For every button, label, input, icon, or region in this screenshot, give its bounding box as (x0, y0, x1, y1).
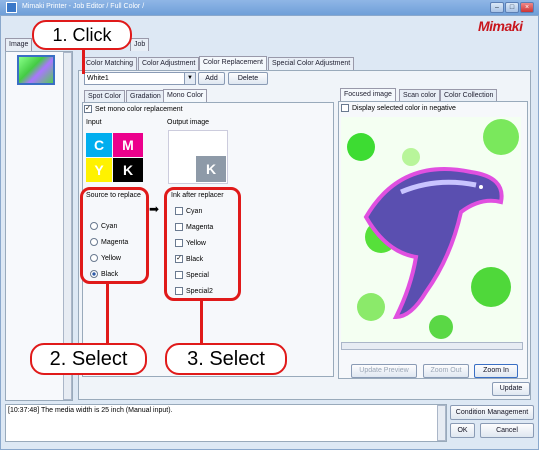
zoom-in-button[interactable]: Zoom In (474, 364, 518, 378)
tab-focused-image[interactable]: Focused image (340, 88, 396, 101)
cancel-button[interactable]: Cancel (480, 423, 534, 438)
arrow-right-icon: ➡ (149, 202, 160, 216)
app-icon (6, 2, 17, 13)
ok-button[interactable]: OK (450, 423, 475, 438)
delete-button[interactable]: Delete (228, 72, 268, 85)
black-swatch: K (113, 158, 143, 182)
tab-job[interactable]: Job (130, 38, 150, 51)
callout-3-line (200, 301, 203, 344)
zoom-out-button[interactable]: Zoom Out (423, 364, 469, 378)
callout-step1: 1. Click (32, 20, 132, 50)
update-button[interactable]: Update (492, 382, 530, 396)
condition-management-button[interactable]: Condition Management (450, 405, 534, 420)
log-text: [10:37:48] The media width is 25 inch (M… (8, 407, 173, 414)
minimize-button[interactable]: – (490, 2, 504, 13)
tab-mono-color[interactable]: Mono Color (163, 89, 208, 103)
output-k-swatch: K (196, 156, 226, 182)
input-cmyk-grid: C M Y K (82, 128, 148, 184)
callout-step3: 3. Select (165, 343, 287, 375)
display-negative-label: Display selected color in negative (352, 104, 456, 112)
display-negative-checkbox[interactable]: Display selected color in negative (341, 104, 456, 112)
tab-image[interactable]: Image (5, 38, 33, 51)
cyan-swatch: C (86, 133, 112, 157)
close-button[interactable]: × (520, 2, 534, 13)
update-preview-button[interactable]: Update Preview (351, 364, 417, 378)
replacement-combo[interactable]: White1 ▼ (84, 72, 196, 85)
set-mono-checkbox[interactable]: ✓ Set mono color replacement (84, 105, 183, 113)
focused-image (341, 117, 521, 342)
tab-color-replacement[interactable]: Color Replacement (199, 56, 267, 70)
thumbnail-image[interactable] (17, 55, 55, 85)
preview-h-scrollbar[interactable] (341, 342, 523, 350)
preview-artwork (347, 119, 519, 339)
ink-highlight-box (164, 187, 241, 301)
checkbox-icon (341, 104, 349, 112)
check-icon: ✓ (84, 105, 92, 113)
output-label: Output image (167, 119, 210, 126)
magenta-swatch: M (113, 133, 143, 157)
input-label: Input (86, 119, 102, 126)
combo-value: White1 (87, 75, 109, 82)
callout-2-line (106, 284, 109, 344)
add-button[interactable]: Add (198, 72, 225, 85)
log-scrollbar[interactable] (437, 405, 446, 441)
tab-color-adjustment[interactable]: Color Adjustment (138, 57, 200, 70)
tab-color-matching[interactable]: Color Matching (82, 57, 138, 70)
window-title: Mimaki Printer - Job Editor / Full Color… (22, 3, 145, 10)
set-mono-label: Set mono color replacement (95, 105, 183, 113)
mimaki-logo: Mimaki (478, 18, 523, 34)
chevron-down-icon: ▼ (184, 73, 195, 84)
callout-step2: 2. Select (30, 343, 147, 375)
yellow-swatch: Y (86, 158, 112, 182)
maximize-button[interactable]: □ (505, 2, 519, 13)
tab-special-color-adjustment[interactable]: Special Color Adjustment (268, 57, 355, 70)
source-highlight-box (80, 187, 149, 284)
